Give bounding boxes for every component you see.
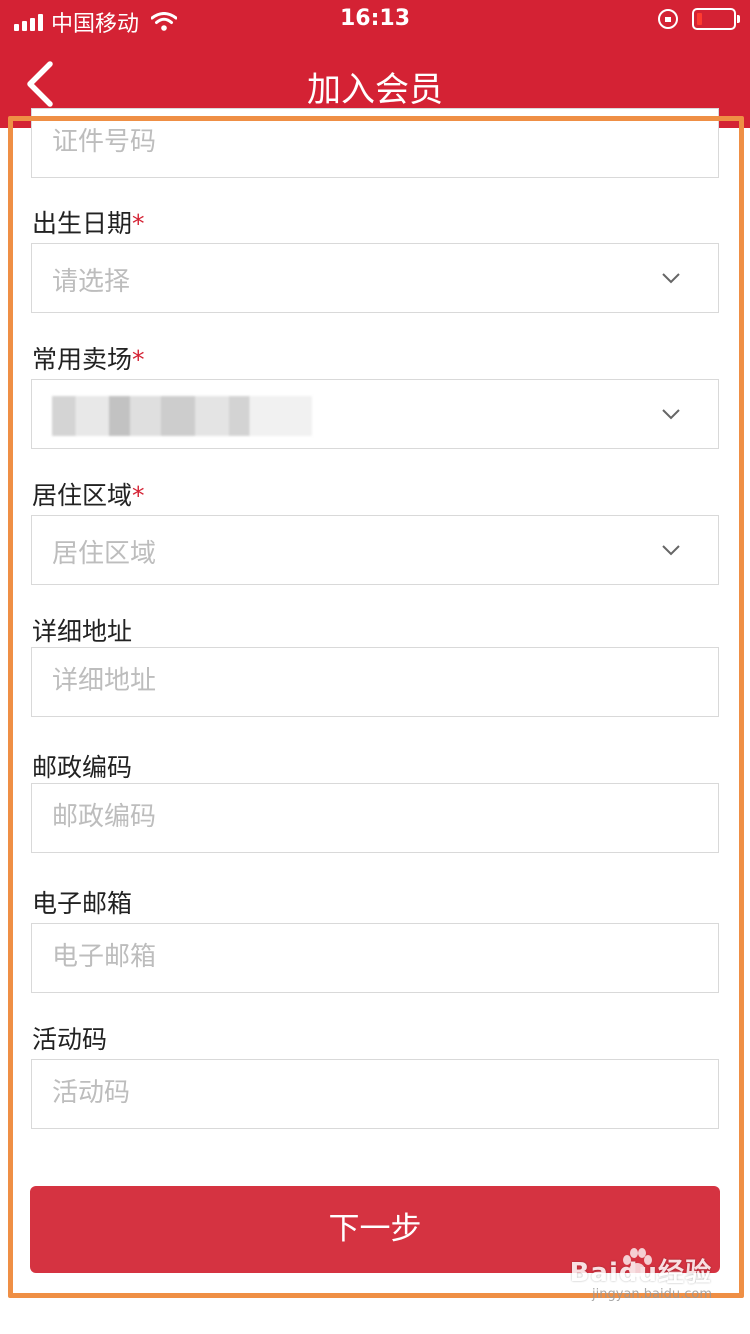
highlight-frame	[8, 116, 744, 1298]
back-arrow-icon[interactable]	[18, 60, 66, 108]
page-title: 加入会员	[307, 70, 443, 110]
battery-icon	[692, 8, 740, 30]
status-time: 16:13	[339, 6, 411, 31]
status-right	[658, 8, 740, 30]
rotation-lock-icon	[658, 9, 678, 29]
status-bar: 中国移动 16:13	[0, 0, 750, 40]
